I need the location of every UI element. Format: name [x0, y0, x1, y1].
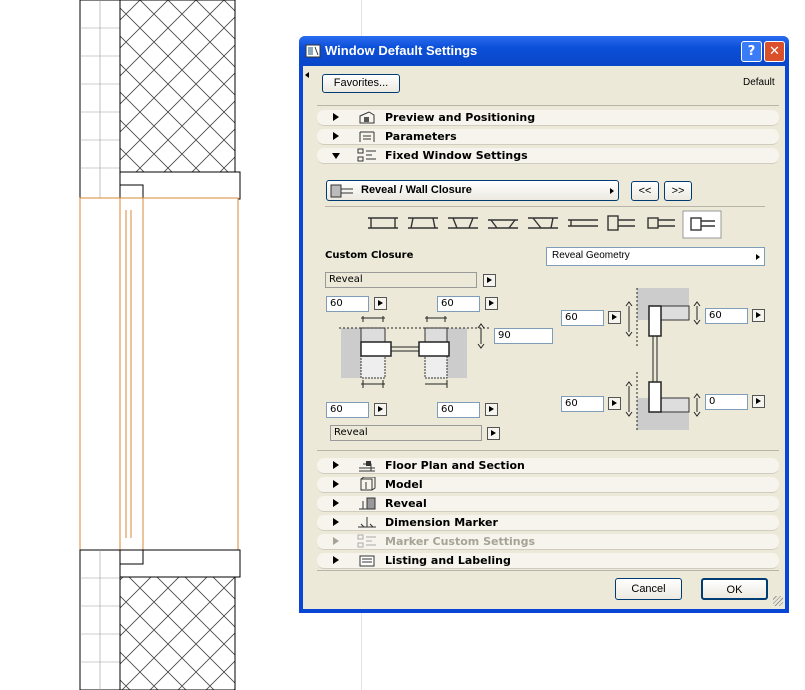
right-top-a-arrow-button[interactable]	[608, 311, 621, 324]
right-bot-a-input[interactable]: 60	[561, 396, 604, 412]
dropdown-arrow-icon	[610, 188, 614, 194]
plan-drawing-background	[79, 0, 241, 690]
expand-arrow-icon[interactable]	[333, 461, 339, 469]
left-top-b-arrow-button[interactable]	[485, 297, 498, 310]
left-top-a-input[interactable]: 60	[326, 296, 369, 312]
header-separator	[317, 105, 779, 106]
close-button[interactable]: ✕	[764, 41, 785, 62]
right-bot-b-arrow-button[interactable]	[752, 395, 765, 408]
section-dimension-marker[interactable]: Dimension Marker	[317, 515, 779, 531]
section-label: Floor Plan and Section	[385, 459, 525, 472]
floor-plan-icon	[359, 461, 375, 472]
reveal-top-field[interactable]: Reveal	[325, 272, 477, 288]
left-top-a-arrow-button[interactable]	[374, 297, 387, 310]
left-closure-diagram	[339, 316, 489, 388]
ok-button[interactable]: OK	[701, 578, 768, 600]
section-reveal[interactable]: Reveal	[317, 496, 779, 512]
section-label: Reveal	[385, 497, 427, 510]
marker-settings-icon	[357, 534, 376, 548]
right-top-a-input[interactable]: 60	[561, 310, 604, 326]
left-top-b-input[interactable]: 60	[437, 296, 480, 312]
preview-icon	[359, 111, 375, 124]
title-bar[interactable]: Window Default Settings ? ✕	[299, 36, 789, 66]
section-label: Fixed Window Settings	[385, 149, 528, 162]
reveal-bottom-field[interactable]: Reveal	[330, 425, 482, 441]
closure-type-selector[interactable]	[363, 210, 733, 240]
footer-separator	[317, 570, 779, 571]
closure-type-6-icon	[568, 219, 598, 227]
section-preview-and-positioning[interactable]: Preview and Positioning	[317, 110, 779, 126]
section-label: Model	[385, 478, 423, 491]
reveal-bottom-arrow-button[interactable]	[487, 427, 500, 440]
panel-separator	[325, 206, 765, 207]
reveal-geometry-dropdown[interactable]: Reveal Geometry	[546, 247, 765, 266]
left-bot-a-input[interactable]: 60	[326, 402, 369, 418]
expand-arrow-icon[interactable]	[333, 518, 339, 526]
section-label: Preview and Positioning	[385, 111, 536, 124]
closure-type-2-icon	[408, 217, 438, 229]
closure-type-5-icon	[528, 217, 558, 229]
section-label: Listing and Labeling	[385, 554, 511, 567]
window-tool-icon	[305, 44, 321, 58]
reveal-page-icon	[330, 184, 353, 198]
section-parameters[interactable]: Parameters	[317, 129, 779, 145]
section-listing-and-labeling[interactable]: Listing and Labeling	[317, 553, 779, 569]
left-mid-input[interactable]: 90	[494, 328, 553, 344]
expand-arrow-icon[interactable]	[333, 132, 339, 140]
window-default-settings-dialog: Window Default Settings ? ✕ Favorites...…	[299, 36, 789, 613]
expand-arrow-icon[interactable]	[333, 113, 339, 121]
listing-icon	[359, 555, 375, 567]
previous-page-button[interactable]: <<	[631, 181, 659, 201]
reveal-top-arrow-button[interactable]	[483, 274, 496, 287]
cancel-button[interactable]: Cancel	[615, 578, 682, 600]
collapse-panel-arrow-icon[interactable]	[305, 72, 309, 78]
next-page-button[interactable]: >>	[664, 181, 692, 201]
section-model[interactable]: Model	[317, 477, 779, 493]
right-top-b-arrow-button[interactable]	[752, 309, 765, 322]
default-label: Default	[743, 77, 775, 88]
right-top-b-input[interactable]: 60	[705, 308, 748, 324]
collapse-arrow-icon[interactable]	[332, 153, 340, 159]
page-selector-dropdown[interactable]: Reveal / Wall Closure	[326, 180, 619, 201]
dialog-client-area: Favorites... Default Preview and Positio…	[303, 66, 785, 609]
model-icon	[360, 477, 376, 491]
favorites-button[interactable]: Favorites...	[322, 74, 400, 93]
dimension-marker-icon	[358, 517, 376, 528]
section-label: Dimension Marker	[385, 516, 498, 529]
help-button[interactable]: ?	[741, 41, 762, 62]
closure-type-3-icon	[448, 217, 478, 229]
section-fixed-window-settings[interactable]: Fixed Window Settings	[317, 148, 779, 164]
expand-arrow-icon[interactable]	[333, 556, 339, 564]
section-label: Parameters	[385, 130, 457, 143]
dialog-title: Window Default Settings	[325, 43, 478, 58]
expand-arrow-icon[interactable]	[333, 480, 339, 488]
section-marker-custom-settings: Marker Custom Settings	[317, 534, 779, 550]
page-selector-label: Reveal / Wall Closure	[361, 184, 472, 196]
section-floor-plan-and-section[interactable]: Floor Plan and Section	[317, 458, 779, 474]
closure-type-1-icon	[368, 217, 398, 229]
expand-arrow-icon	[333, 537, 339, 545]
right-bot-a-arrow-button[interactable]	[608, 397, 621, 410]
closure-type-8-icon	[647, 217, 675, 229]
closure-type-4-icon	[488, 219, 518, 229]
custom-settings-icon	[357, 148, 376, 162]
reveal-geometry-label: Reveal Geometry	[552, 250, 630, 261]
left-bot-b-arrow-button[interactable]	[485, 403, 498, 416]
left-bot-a-arrow-button[interactable]	[374, 403, 387, 416]
section-label: Marker Custom Settings	[385, 535, 536, 548]
reveal-icon	[359, 497, 376, 510]
expand-arrow-icon[interactable]	[333, 499, 339, 507]
dropdown-arrow-icon	[756, 254, 760, 260]
closure-type-7-icon	[607, 215, 635, 231]
right-bot-b-input[interactable]: 0	[705, 394, 748, 410]
panel-bottom-separator	[317, 450, 779, 451]
resize-grip-icon[interactable]	[773, 596, 783, 606]
left-bot-b-input[interactable]: 60	[437, 402, 480, 418]
custom-closure-label: Custom Closure	[325, 250, 414, 261]
parameters-icon	[359, 131, 375, 142]
